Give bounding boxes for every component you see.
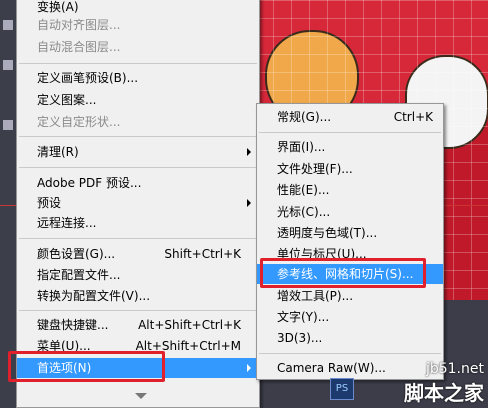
menu-separator	[19, 63, 257, 64]
menu-item-label: 文字(Y)...	[277, 310, 330, 324]
menu-item-performance[interactable]: 性能(E)...	[257, 180, 443, 200]
annotation-box-guides-grid-slices	[260, 258, 426, 288]
menu-item-label: 3D(3)...	[277, 331, 323, 345]
taskbar-ps-label: PS	[335, 383, 349, 394]
menu-item-type[interactable]: 文字(Y)...	[257, 307, 443, 327]
menu-scroll-down-icon[interactable]	[135, 393, 147, 399]
menu-separator	[259, 353, 441, 354]
menu-item-purge[interactable]: 清理(R)	[17, 142, 259, 162]
menu-item-label: 颜色设置(G)...	[37, 247, 116, 261]
menu-item-label: 自动混合图层...	[37, 40, 121, 54]
menu-item-keyboard-shortcuts[interactable]: 键盘快捷键... Alt+Shift+Ctrl+K	[17, 315, 259, 335]
menu-item-define-pattern[interactable]: 定义图案...	[17, 90, 259, 110]
menu-item-define-brush[interactable]: 定义画笔预设(B)...	[17, 68, 259, 88]
menu-item-shortcut: Ctrl+K	[393, 110, 433, 124]
menu-item-presets[interactable]: 预设	[17, 193, 259, 213]
menu-item-shortcut: Shift+Ctrl+K	[164, 247, 241, 261]
menu-separator	[19, 238, 257, 239]
menu-item-label: 透明度与色域(T)...	[277, 226, 378, 240]
menu-item-label: 键盘快捷键...	[37, 318, 109, 332]
menu-item-label: 自动对齐图层...	[37, 18, 121, 32]
menu-item-label: 性能(E)...	[277, 183, 330, 197]
menu-separator	[19, 167, 257, 168]
menu-item-remote-connections[interactable]: 远程连接...	[17, 213, 259, 233]
menu-item-auto-blend-layers[interactable]: 自动混合图层...	[17, 37, 259, 57]
tool-icon[interactable]	[3, 60, 13, 70]
menu-item-label: 指定配置文件...	[37, 268, 121, 282]
watermark-site: jb51.net	[425, 361, 484, 377]
edit-menu: 变换(A) 自动对齐图层... 自动混合图层... 定义画笔预设(B)... 定…	[16, 0, 260, 408]
menu-item-auto-align-layers[interactable]: 自动对齐图层...	[17, 15, 259, 35]
menu-item-interface[interactable]: 界面(I)...	[257, 137, 443, 157]
menu-item-label: 常规(G)...	[277, 110, 332, 124]
menu-item-label: 转换为配置文件(V)...	[37, 289, 151, 303]
menu-separator	[19, 310, 257, 311]
menu-item-transparency-gamut[interactable]: 透明度与色域(T)...	[257, 223, 443, 243]
menu-item-3d[interactable]: 3D(3)...	[257, 328, 443, 348]
annotation-box-preferences	[8, 351, 165, 382]
menu-separator	[259, 132, 441, 133]
menu-item-label: 光标(C)...	[277, 205, 331, 219]
menu-item-label: 文件处理(F)...	[277, 162, 353, 176]
menu-separator	[19, 136, 257, 137]
photoshop-taskbar-icon[interactable]: PS	[330, 378, 354, 400]
menu-item-label: 定义图案...	[37, 93, 97, 107]
menu-item-cursors[interactable]: 光标(C)...	[257, 202, 443, 222]
menu-item-adobe-pdf-presets[interactable]: Adobe PDF 预设...	[17, 173, 259, 193]
menu-item-label: 定义自定形状...	[37, 115, 121, 129]
menu-item-assign-profile[interactable]: 指定配置文件...	[17, 265, 259, 285]
menu-item-label: Camera Raw(W)...	[277, 361, 386, 375]
submenu-arrow-icon	[247, 199, 251, 207]
menu-item-file-handling[interactable]: 文件处理(F)...	[257, 159, 443, 179]
menu-item-label: 定义画笔预设(B)...	[37, 71, 139, 85]
menu-item-convert-to-profile[interactable]: 转换为配置文件(V)...	[17, 286, 259, 306]
menu-item-shortcut: Alt+Shift+Ctrl+K	[138, 318, 241, 332]
menu-item-plug-ins[interactable]: 增效工具(P)...	[257, 286, 443, 306]
watermark: jb51.net 脚本之家	[404, 361, 484, 406]
menu-item-label: 增效工具(P)...	[277, 289, 354, 303]
submenu-arrow-icon	[247, 148, 251, 156]
menu-item-label: 预设	[37, 196, 62, 210]
menu-item-label: 清理(R)	[37, 145, 79, 159]
tools-panel	[0, 0, 16, 408]
preferences-submenu: 常规(G)... Ctrl+K 界面(I)... 文件处理(F)... 性能(E…	[256, 103, 444, 380]
tool-icon[interactable]	[3, 20, 13, 30]
menu-item-label: 远程连接...	[37, 216, 97, 230]
watermark-brand: 脚本之家	[404, 381, 484, 405]
menu-item-color-settings[interactable]: 颜色设置(G)... Shift+Ctrl+K	[17, 244, 259, 264]
submenu-arrow-icon	[247, 364, 251, 372]
tool-icon[interactable]	[3, 120, 13, 130]
menu-item-define-custom-shape[interactable]: 定义自定形状...	[17, 112, 259, 132]
menu-item-label: 界面(I)...	[277, 140, 326, 154]
menu-item-label: Adobe PDF 预设...	[37, 176, 142, 190]
menu-item-general[interactable]: 常规(G)... Ctrl+K	[257, 107, 443, 127]
